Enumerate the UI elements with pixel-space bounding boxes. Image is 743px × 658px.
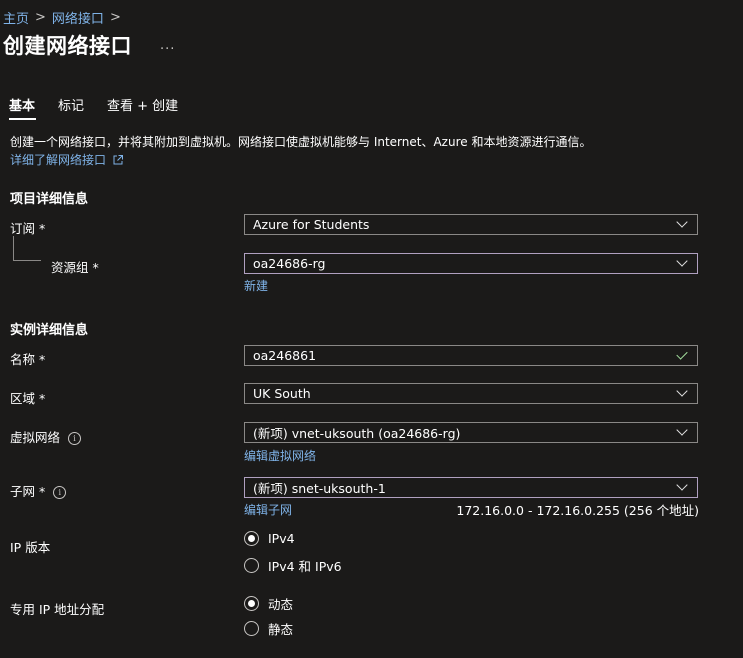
name-input[interactable]: oa246861 (244, 345, 698, 366)
name-value: oa246861 (253, 348, 317, 363)
checkmark-icon (676, 348, 688, 360)
subnet-address-range: 172.16.0.0 - 172.16.0.255 (256 个地址) (456, 503, 699, 518)
breadcrumb-separator: > (109, 10, 121, 25)
edit-subnet-link[interactable]: 编辑子网 (244, 501, 292, 518)
resource-group-label-text: 资源组 (51, 260, 89, 275)
vnet-dropdown[interactable]: (新项) vnet-uksouth (oa24686-rg) (244, 422, 698, 443)
radio-button[interactable] (244, 621, 259, 636)
subnet-label-text: 子网 (10, 484, 36, 499)
subnet-value: (新项) snet-uksouth-1 (253, 481, 386, 496)
chevron-down-icon (676, 216, 688, 228)
name-label: 名称 * (10, 349, 45, 368)
radio-ipv4[interactable]: IPv4 (244, 531, 295, 546)
breadcrumb-network-interfaces[interactable]: 网络接口 (52, 8, 104, 27)
region-label: 区域 * (10, 388, 45, 407)
edit-vnet-link[interactable]: 编辑虚拟网络 (244, 447, 316, 464)
learn-more-link[interactable]: 详细了解网络接口 (10, 151, 123, 168)
tab-tags[interactable]: 标记 (58, 95, 84, 114)
ip-version-label: IP 版本 (10, 540, 51, 555)
chevron-down-icon (676, 385, 688, 397)
vnet-value: (新项) vnet-uksouth (oa24686-rg) (253, 426, 461, 441)
tree-connector (13, 260, 41, 261)
info-icon[interactable]: i (53, 486, 67, 499)
tab-basics[interactable]: 基本 (9, 95, 35, 114)
radio-button[interactable] (244, 558, 259, 573)
active-tab-indicator (9, 118, 36, 120)
tree-connector (13, 236, 14, 260)
breadcrumb-separator: > (35, 10, 46, 25)
chevron-down-icon (676, 479, 688, 491)
project-details-heading: 项目详细信息 (10, 192, 89, 207)
radio-label: IPv4 (268, 531, 295, 546)
subscription-dropdown[interactable]: Azure for Students (244, 214, 698, 235)
ip-allocation-label: 专用 IP 地址分配 (10, 602, 105, 617)
required-marker: * (39, 484, 46, 499)
radio-dynamic[interactable]: 动态 (244, 594, 293, 613)
subscription-label: 订阅 * (10, 218, 45, 237)
more-options-button[interactable]: ... (160, 38, 175, 53)
info-icon[interactable]: i (68, 432, 82, 445)
radio-label: IPv4 和 IPv6 (268, 559, 342, 574)
subscription-label-text: 订阅 (10, 221, 36, 236)
required-marker: * (92, 260, 99, 275)
required-marker: * (39, 221, 46, 236)
resource-group-label: 资源组 * (51, 257, 99, 276)
chevron-down-icon (676, 255, 688, 267)
radio-static[interactable]: 静态 (244, 619, 293, 638)
name-label-text: 名称 (10, 352, 36, 367)
required-marker: * (39, 352, 46, 367)
instance-details-heading: 实例详细信息 (10, 323, 89, 338)
create-new-resource-group-link[interactable]: 新建 (244, 277, 268, 294)
region-value: UK South (253, 386, 311, 401)
resource-group-value: oa24686-rg (253, 256, 326, 271)
subnet-label: 子网 * i (10, 481, 67, 500)
tab-review-create[interactable]: 查看 + 创建 (107, 95, 178, 114)
radio-button-selected[interactable] (244, 531, 259, 546)
page-title: 创建网络接口 (3, 34, 132, 58)
breadcrumb: 主页 > 网络接口 > (3, 8, 127, 27)
intro-description: 创建一个网络接口，并将其附加到虚拟机。网络接口使虚拟机能够与 Internet、… (10, 135, 592, 149)
radio-label: 静态 (268, 622, 294, 637)
subscription-value: Azure for Students (253, 217, 370, 232)
radio-label: 动态 (268, 597, 294, 612)
vnet-label: 虚拟网络 i (10, 427, 82, 446)
external-link-icon (113, 154, 123, 168)
resource-group-dropdown[interactable]: oa24686-rg (244, 253, 698, 274)
region-label-text: 区域 (10, 391, 36, 406)
vnet-label-text: 虚拟网络 (10, 430, 61, 445)
required-marker: * (39, 391, 46, 406)
radio-button-selected[interactable] (244, 596, 259, 611)
region-dropdown[interactable]: UK South (244, 383, 698, 404)
radio-ipv4-ipv6[interactable]: IPv4 和 IPv6 (244, 556, 342, 575)
breadcrumb-home[interactable]: 主页 (3, 8, 29, 27)
chevron-down-icon (676, 424, 688, 436)
learn-more-label[interactable]: 详细了解网络接口 (10, 153, 106, 167)
subnet-dropdown[interactable]: (新项) snet-uksouth-1 (244, 477, 698, 498)
